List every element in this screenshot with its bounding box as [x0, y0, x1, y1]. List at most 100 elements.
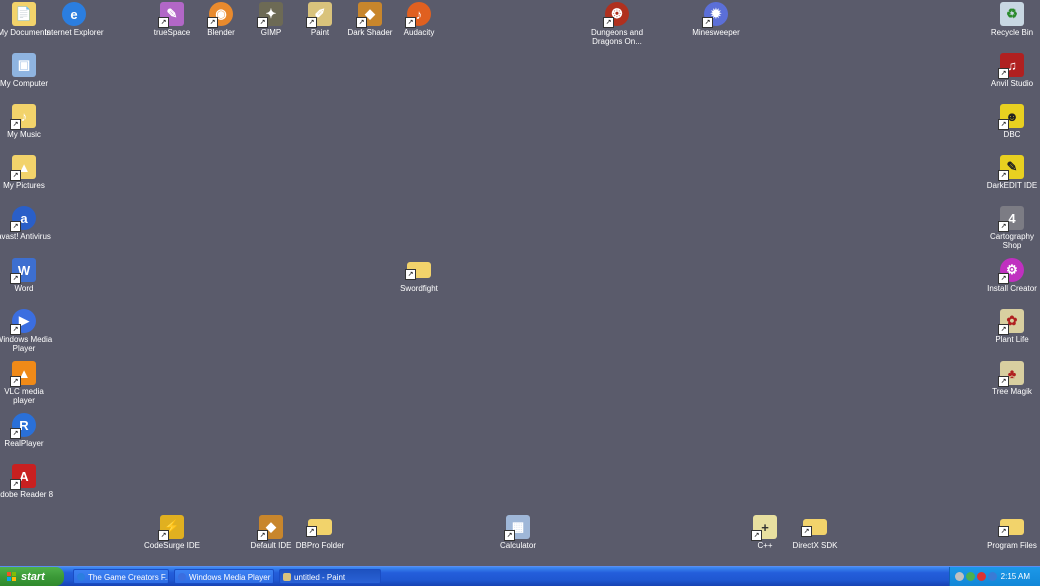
truespace-icon: ✎ ↗: [158, 2, 184, 28]
desktop-icon-tree-magik[interactable]: ♣ ↗ Tree Magik: [981, 361, 1040, 396]
internet-explorer-icon: e: [62, 2, 86, 26]
desktop-icon-program-files[interactable]: ↗ Program Files: [981, 515, 1040, 550]
desktop-icon-adobe-reader[interactable]: A ↗ Adobe Reader 8: [0, 464, 55, 499]
desktop-icon-label: Install Creator: [987, 284, 1037, 293]
shortcut-arrow-icon: ↗: [405, 17, 416, 28]
cartography-shop-icon: 4 ↗: [998, 206, 1024, 232]
desktop-icon-windows-media-player[interactable]: ▶ ↗ Windows Media Player: [0, 309, 55, 353]
shortcut-arrow-icon: ↗: [158, 17, 169, 28]
adobe-reader-icon: A ↗: [10, 464, 36, 490]
tray-volume-icon[interactable]: [988, 572, 997, 581]
tray-network-icon[interactable]: [966, 572, 975, 581]
plant-life-icon: ✿ ↗: [998, 309, 1024, 335]
windows-media-player-icon: ▶ ↗: [10, 309, 36, 335]
desktop-icon-my-pictures[interactable]: ▲ ↗ My Pictures: [0, 155, 55, 190]
windows-media-player-icon: [178, 573, 186, 581]
shortcut-arrow-icon: ↗: [998, 119, 1009, 130]
word-icon: W ↗: [10, 258, 36, 284]
desktop-icon-my-computer[interactable]: ▣ My Computer: [0, 53, 55, 88]
shortcut-arrow-icon: ↗: [998, 526, 1009, 537]
blender-icon: ◉ ↗: [207, 2, 233, 28]
program-files-folder-icon: ↗: [998, 519, 1024, 537]
desktop-icon-recycle-bin[interactable]: ♻ Recycle Bin: [981, 2, 1040, 37]
darkedit-ide-icon: ✎ ↗: [998, 155, 1024, 181]
paint-icon: ✐ ↗: [306, 2, 332, 28]
desktop-icon-label: Recycle Bin: [990, 28, 1034, 37]
shortcut-arrow-icon: ↗: [998, 170, 1009, 181]
desktop-icon-vlc[interactable]: ▲ ↗ VLC media player: [0, 361, 55, 405]
tray-antivirus-icon[interactable]: [977, 572, 986, 581]
desktop-icon-word[interactable]: W ↗ Word: [0, 258, 55, 293]
shortcut-arrow-icon: ↗: [306, 526, 317, 537]
recycle-bin-icon: ♻: [1000, 2, 1024, 26]
taskbar-button-game-creators[interactable]: The Game Creators F...: [73, 569, 169, 584]
desktop-icon-my-music[interactable]: ♪ ↗ My Music: [0, 104, 55, 139]
taskbar-button-label: untitled - Paint: [294, 573, 346, 582]
clock[interactable]: 2:15 AM: [1001, 567, 1030, 586]
desktop-icon-label: Calculator: [499, 541, 536, 550]
desktop-icon-dbc[interactable]: ☻ ↗ DBC: [981, 104, 1040, 139]
shortcut-arrow-icon: ↗: [998, 221, 1009, 232]
default-ide-icon: ◆ ↗: [257, 515, 283, 541]
shortcut-arrow-icon: ↗: [405, 269, 416, 280]
my-documents-icon: 📄: [12, 2, 36, 26]
codesurge-ide-icon: ⚡ ↗: [158, 515, 184, 541]
desktop-icon-realplayer[interactable]: R ↗ RealPlayer: [0, 413, 55, 448]
anvil-studio-icon: ♫ ↗: [998, 53, 1024, 79]
vlc-icon: ▲ ↗: [10, 361, 36, 387]
desktop-icon-internet-explorer[interactable]: e Internet Explorer: [43, 2, 105, 37]
start-label: start: [21, 570, 45, 583]
taskbar-button-paint[interactable]: untitled - Paint: [279, 569, 381, 584]
desktop-icon-darkedit-ide[interactable]: ✎ ↗ DarkEDIT IDE: [981, 155, 1040, 190]
desktop-icon-dungeons-and-dragons[interactable]: ❂ ↗ Dungeons and Dragons On...: [586, 2, 648, 46]
desktop: 📄 My Documents e Internet Explorer ✎ ↗ tr…: [0, 0, 1040, 566]
desktop-icon-cartography-shop[interactable]: 4 ↗ Cartography Shop: [981, 206, 1040, 250]
shortcut-arrow-icon: ↗: [10, 428, 21, 439]
desktop-icon-label: CodeSurge IDE: [143, 541, 201, 550]
cpp-icon: + ↗: [751, 515, 777, 541]
shortcut-arrow-icon: ↗: [257, 530, 268, 541]
shortcut-arrow-icon: ↗: [10, 221, 21, 232]
internet-explorer-icon: [77, 573, 85, 581]
desktop-icon-label: Audacity: [403, 28, 435, 37]
start-button[interactable]: start: [0, 567, 64, 586]
desktop-icon-label: Tree Magik: [992, 387, 1032, 396]
desktop-icon-label: DarkEDIT IDE: [986, 181, 1038, 190]
shortcut-arrow-icon: ↗: [10, 479, 21, 490]
desktop-icon-calculator[interactable]: ▦ ↗ Calculator: [487, 515, 549, 550]
desktop-icon-minesweeper[interactable]: ✹ ↗ Minesweeper: [685, 2, 747, 37]
desktop-icon-codesurge-ide[interactable]: ⚡ ↗ CodeSurge IDE: [141, 515, 203, 550]
desktop-icon-directx-sdk[interactable]: ↗ DirectX SDK: [784, 515, 846, 550]
taskbar-button-windows-media-player[interactable]: Windows Media Player: [174, 569, 274, 584]
desktop-icon-label: My Computer: [0, 79, 48, 88]
shortcut-arrow-icon: ↗: [998, 68, 1009, 79]
shortcut-arrow-icon: ↗: [998, 376, 1009, 387]
desktop-icon-swordfight[interactable]: ↗ Swordfight: [388, 258, 450, 293]
desktop-icon-plant-life[interactable]: ✿ ↗ Plant Life: [981, 309, 1040, 344]
dbpro-folder-icon: ↗: [306, 519, 332, 537]
avast-antivirus-icon: a ↗: [10, 206, 36, 232]
directx-sdk-folder-icon: ↗: [801, 519, 827, 537]
shortcut-arrow-icon: ↗: [504, 530, 515, 541]
my-computer-icon: ▣: [12, 53, 36, 77]
tray-expand-icon[interactable]: [955, 572, 964, 581]
desktop-icon-anvil-studio[interactable]: ♫ ↗ Anvil Studio: [981, 53, 1040, 88]
desktop-icon-label: Dungeons and Dragons On...: [590, 28, 644, 46]
desktop-icon-label: My Music: [7, 130, 41, 139]
desktop-icon-label: Windows Media Player: [0, 335, 53, 353]
desktop-icon-label: Anvil Studio: [990, 79, 1034, 88]
shortcut-arrow-icon: ↗: [10, 170, 21, 181]
install-creator-icon: ⚙ ↗: [998, 258, 1024, 284]
windows-flag-icon: [7, 571, 17, 582]
desktop-icon-install-creator[interactable]: ⚙ ↗ Install Creator: [981, 258, 1040, 293]
desktop-icon-label: avast! Antivirus: [0, 232, 51, 241]
shortcut-arrow-icon: ↗: [10, 324, 21, 335]
desktop-icon-label: Minesweeper: [692, 28, 740, 37]
desktop-icon-audacity[interactable]: ♪ ↗ Audacity: [388, 2, 450, 37]
desktop-icon-label: Adobe Reader 8: [0, 490, 54, 499]
desktop-icon-label: RealPlayer: [4, 439, 44, 448]
desktop-icon-avast-antivirus[interactable]: a ↗ avast! Antivirus: [0, 206, 55, 241]
desktop-icon-dbpro-folder[interactable]: ↗ DBPro Folder: [289, 515, 351, 550]
shortcut-arrow-icon: ↗: [10, 119, 21, 130]
shortcut-arrow-icon: ↗: [158, 530, 169, 541]
